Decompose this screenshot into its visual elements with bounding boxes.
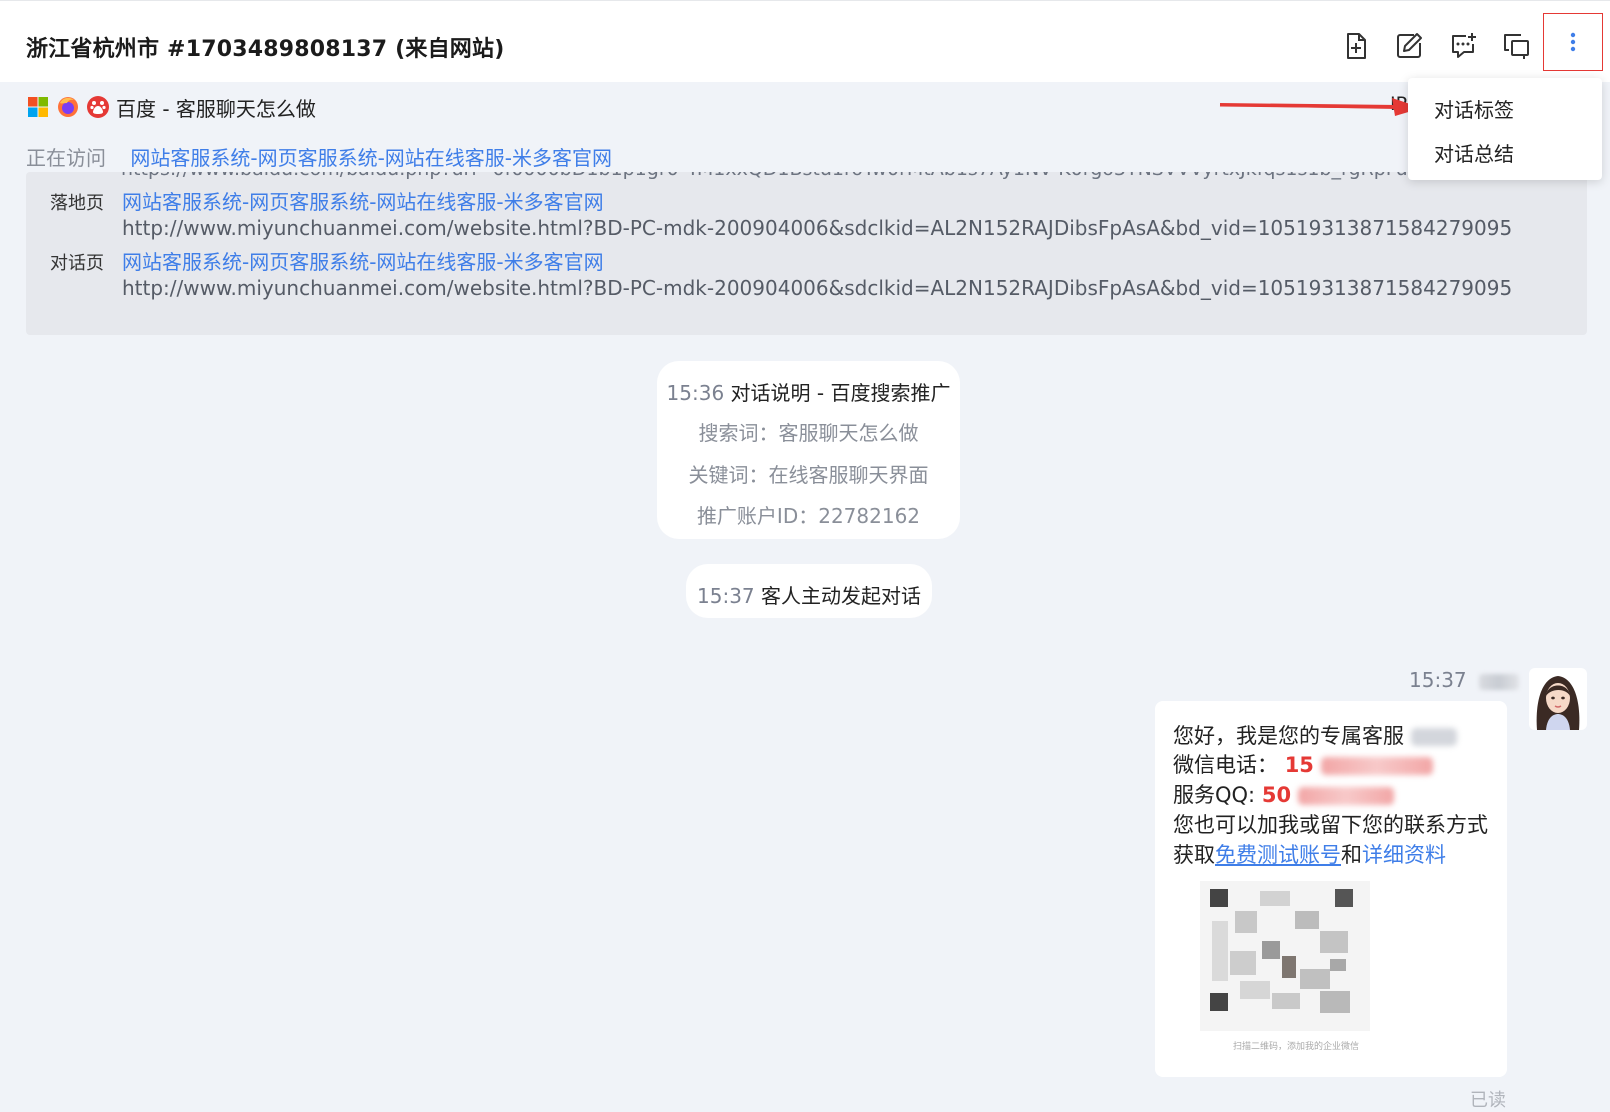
greeting-text: 您好，我是您的专属客服 — [1173, 724, 1404, 748]
qr-caption: 扫描二维码，添加我的企业微信 — [1233, 1042, 1360, 1052]
agent-message-meta: 15:37 — [1409, 668, 1519, 692]
wechat-qr-code[interactable] — [1200, 881, 1370, 1031]
agent-name-redacted — [1410, 728, 1457, 746]
search-word: 搜索词：客服聊天怎么做 — [698, 421, 919, 445]
details-link[interactable]: 详细资料 — [1362, 843, 1446, 867]
message-line-qq: 服务QQ: 50 — [1173, 779, 1394, 809]
annotation-arrow — [1219, 98, 1422, 116]
agent-message-bubble: 您好，我是您的专属客服 微信电话： 15 服务QQ: 50 您也可以加我或留下您… — [1155, 701, 1507, 1077]
qq-number: 50 — [1261, 783, 1292, 807]
message-line-wechat: 微信电话： 15 — [1173, 749, 1433, 779]
avatar-image — [1529, 668, 1587, 730]
dialog-label: 对话页 — [50, 253, 104, 274]
wechat-number-redacted — [1320, 757, 1433, 775]
message-line-contact: 您也可以加我或留下您的联系方式 — [1173, 813, 1488, 837]
start-notice-line: 15:37 客人主动发起对话 — [686, 580, 932, 609]
dialog-url[interactable]: http://www.miyunchuanmei.com/website.htm… — [122, 276, 1512, 300]
links-conjunction: 和 — [1341, 843, 1362, 867]
message-line-links: 获取免费测试账号和详细资料 — [1173, 839, 1446, 869]
search-card-title: 对话说明 - 百度搜索推广 — [730, 381, 951, 405]
wechat-number: 15 — [1284, 753, 1314, 777]
qr-code-image — [1200, 881, 1370, 1031]
free-trial-link[interactable]: 免费测试账号 — [1215, 843, 1341, 867]
search-card-header: 15:36 对话说明 - 百度搜索推广 — [657, 377, 960, 406]
message-time: 15:37 — [1409, 668, 1467, 692]
more-menu-dropdown: 对话标签 对话总结 — [1408, 78, 1602, 180]
agent-avatar[interactable] — [1529, 668, 1587, 730]
landing-url[interactable]: http://www.miyunchuanmei.com/website.htm… — [122, 216, 1512, 240]
message-time: 15:36 — [666, 381, 725, 405]
menu-item-conversation-tags[interactable]: 对话标签 — [1434, 94, 1514, 123]
qq-label: 服务QQ: — [1173, 783, 1256, 807]
qq-number-redacted — [1297, 787, 1394, 805]
wechat-label: 微信电话： — [1173, 753, 1278, 777]
promotion-account-id: 推广账户ID：22782162 — [696, 504, 921, 528]
links-prefix: 获取 — [1173, 843, 1215, 867]
conversation-start-notice: 15:37 客人主动发起对话 — [686, 564, 932, 618]
dialog-title-link[interactable]: 网站客服系统-网页客服系统-网站在线客服-米多客官网 — [122, 246, 604, 275]
search-keyword: 关键词：在线客服聊天界面 — [688, 463, 929, 487]
message-time: 15:37 — [697, 584, 755, 608]
agent-name-redacted — [1479, 673, 1519, 690]
search-info-card: 15:36 对话说明 - 百度搜索推广 搜索词：客服聊天怎么做 关键词：在线客服… — [657, 361, 960, 539]
start-notice-text: 客人主动发起对话 — [761, 584, 921, 608]
menu-item-conversation-summary[interactable]: 对话总结 — [1434, 138, 1514, 167]
message-line-greeting: 您好，我是您的专属客服 — [1173, 720, 1457, 750]
read-status: 已读 — [1470, 1090, 1506, 1111]
